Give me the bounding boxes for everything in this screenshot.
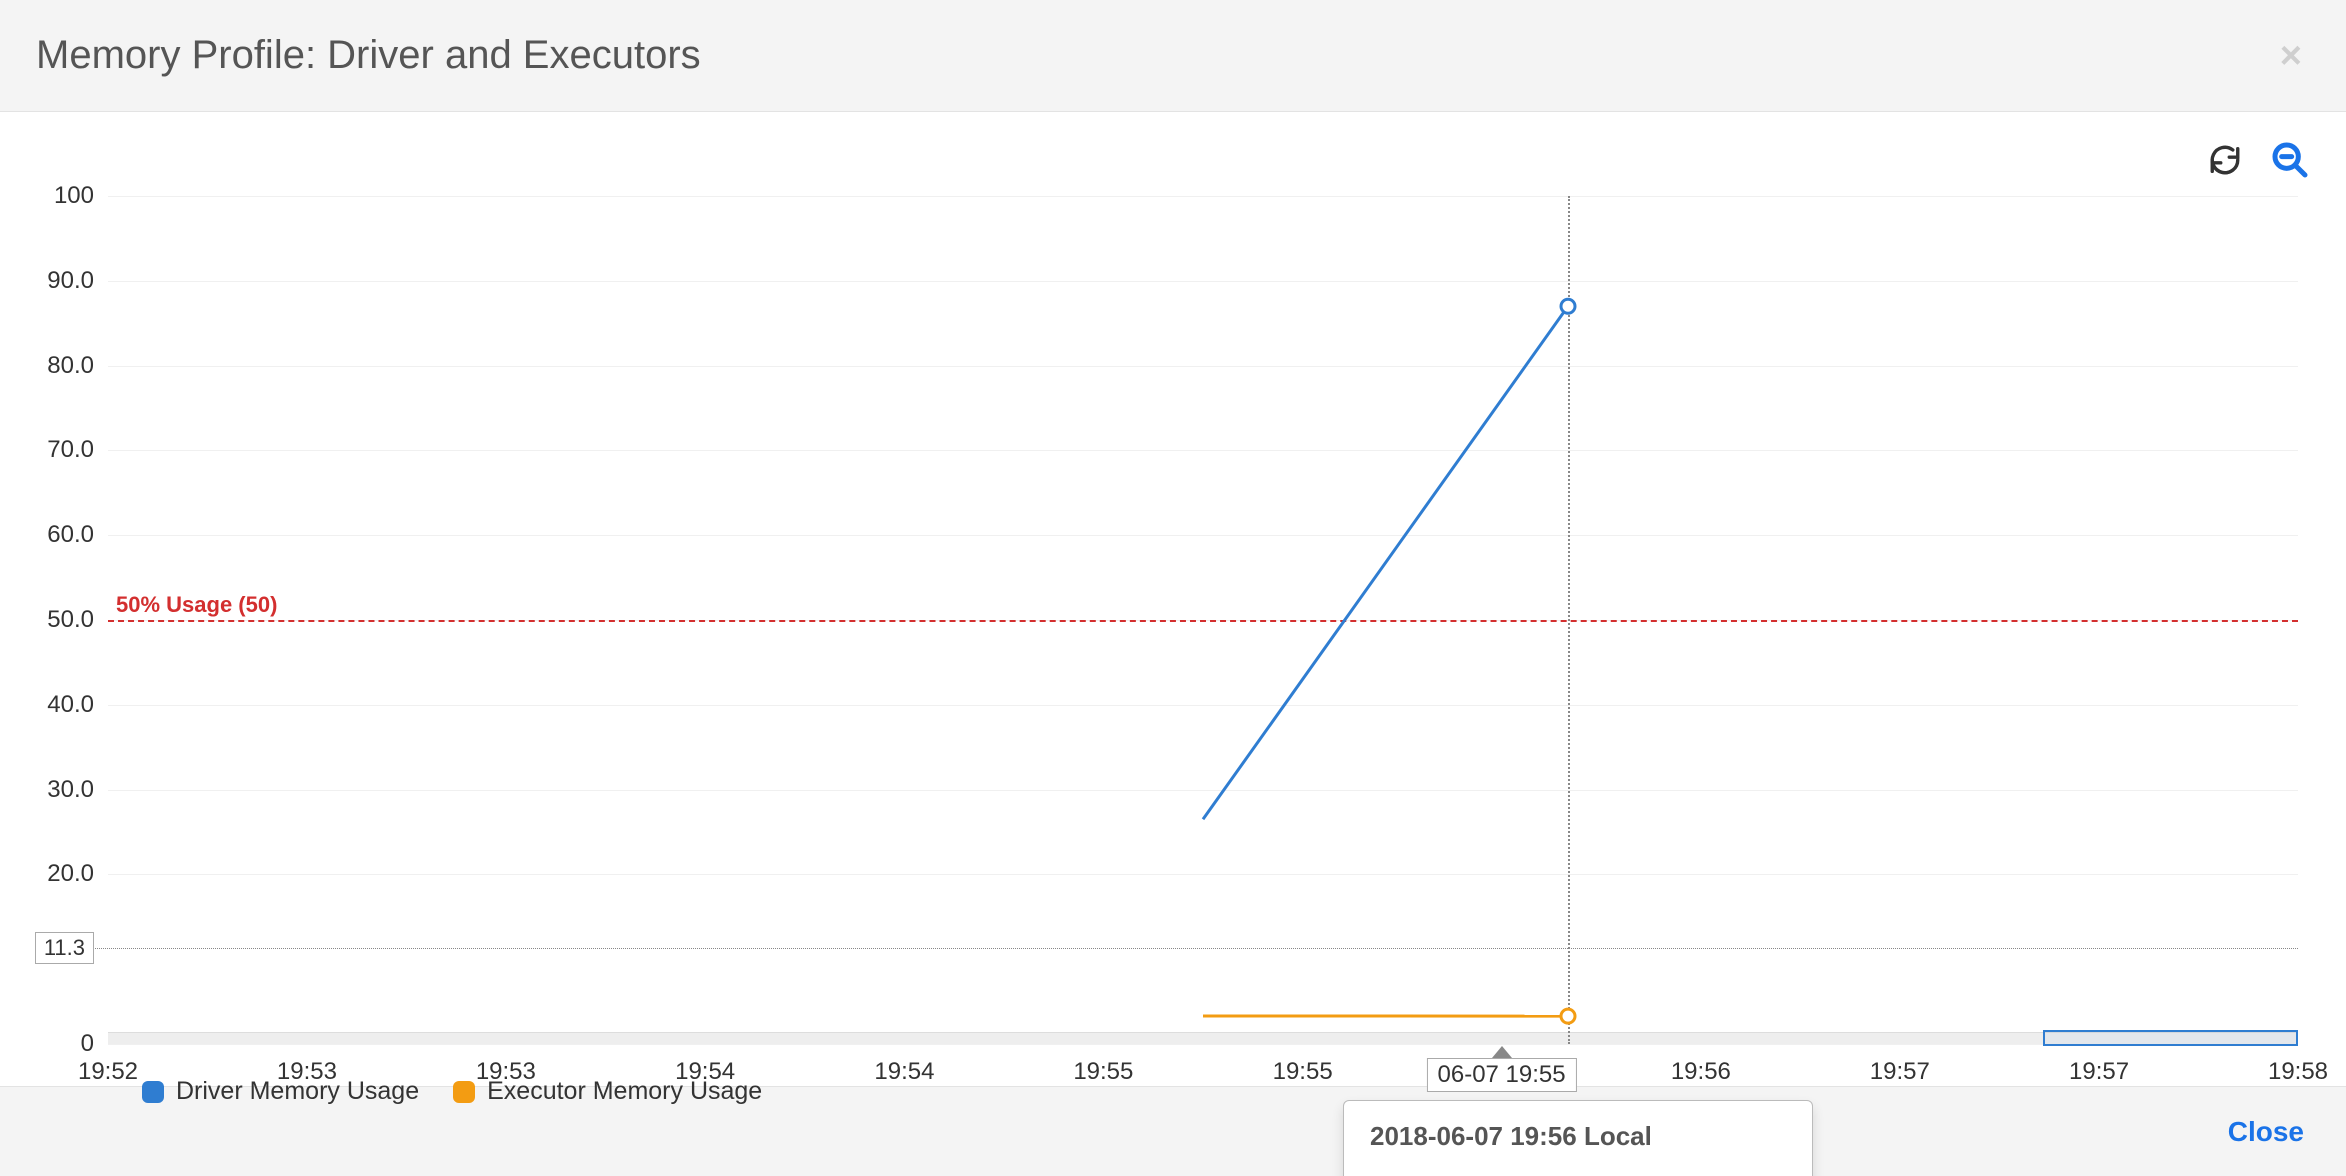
- memory-chart[interactable]: 020.030.040.050.060.070.080.090.010019:5…: [108, 196, 2298, 1044]
- legend-swatch-icon: [142, 1081, 164, 1103]
- y-tick-label: 100: [54, 182, 94, 210]
- x-tick-label: 19:55: [1073, 1058, 1133, 1086]
- chart-toolbar: [2208, 140, 2310, 185]
- hover-tick-badge: 11.3: [35, 932, 94, 964]
- x-tick-label: 19:55: [1273, 1058, 1333, 1086]
- range-selection-handle[interactable]: [2043, 1030, 2299, 1046]
- x-tick-label: 19:56: [1671, 1058, 1731, 1086]
- legend-item[interactable]: Driver Memory Usage: [142, 1077, 419, 1106]
- zoom-out-icon[interactable]: [2270, 140, 2310, 185]
- x-tick-label: 19:58: [2268, 1058, 2328, 1086]
- legend-item[interactable]: Executor Memory Usage: [453, 1077, 762, 1106]
- x-tick-marker-icon: [1492, 1046, 1512, 1058]
- modal-title: Memory Profile: Driver and Executors: [36, 33, 701, 78]
- y-tick-label: 90.0: [47, 267, 94, 295]
- refresh-icon[interactable]: [2208, 143, 2242, 182]
- modal-body: 0 20.0 30.0 40.0 50.0 60.0 70.0 80.0 90.0 100 19:5…: [0, 112, 2346, 1086]
- y-tick-label: 50.0: [47, 606, 94, 634]
- chart-legend: Driver Memory Usage Executor Memory Usage: [142, 1077, 762, 1106]
- legend-label: Driver Memory Usage: [176, 1077, 419, 1106]
- close-icon[interactable]: ×: [2280, 37, 2302, 75]
- memory-profile-modal: Memory Profile: Driver and Executors ×: [0, 0, 2346, 1176]
- series-point-marker: [1561, 1009, 1575, 1023]
- modal-header: Memory Profile: Driver and Executors ×: [0, 0, 2346, 112]
- x-tick-label: 19:54: [874, 1058, 934, 1086]
- series-point-marker: [1561, 299, 1575, 313]
- legend-label: Executor Memory Usage: [487, 1077, 762, 1106]
- close-button[interactable]: Close: [2228, 1116, 2304, 1148]
- y-tick-label: 80.0: [47, 352, 94, 380]
- y-tick-label: 20.0: [47, 860, 94, 888]
- legend-swatch-icon: [453, 1081, 475, 1103]
- grid-line: [108, 1044, 2298, 1045]
- y-tick-label: 30.0: [47, 776, 94, 804]
- y-tick-label: 60.0: [47, 521, 94, 549]
- y-tick-label: 40.0: [47, 691, 94, 719]
- x-tick-label: 06-07 19:55: [1427, 1058, 1577, 1092]
- series-line: [1203, 306, 1568, 819]
- series-layer: [108, 196, 2298, 1044]
- y-tick-label: 70.0: [47, 436, 94, 464]
- tooltip-row: 1.Driver Memory Usage87.0: [1370, 1170, 1786, 1176]
- tooltip-title: 2018-06-07 19:56 Local: [1370, 1121, 1786, 1152]
- x-tick-label: 19:57: [1870, 1058, 1930, 1086]
- x-tick-label: 19:57: [2069, 1058, 2129, 1086]
- x-tick-label: 19:52: [78, 1058, 138, 1086]
- y-tick-label: 0: [81, 1030, 94, 1058]
- hover-tooltip: 2018-06-07 19:56 Local 1.Driver Memory U…: [1343, 1100, 1813, 1176]
